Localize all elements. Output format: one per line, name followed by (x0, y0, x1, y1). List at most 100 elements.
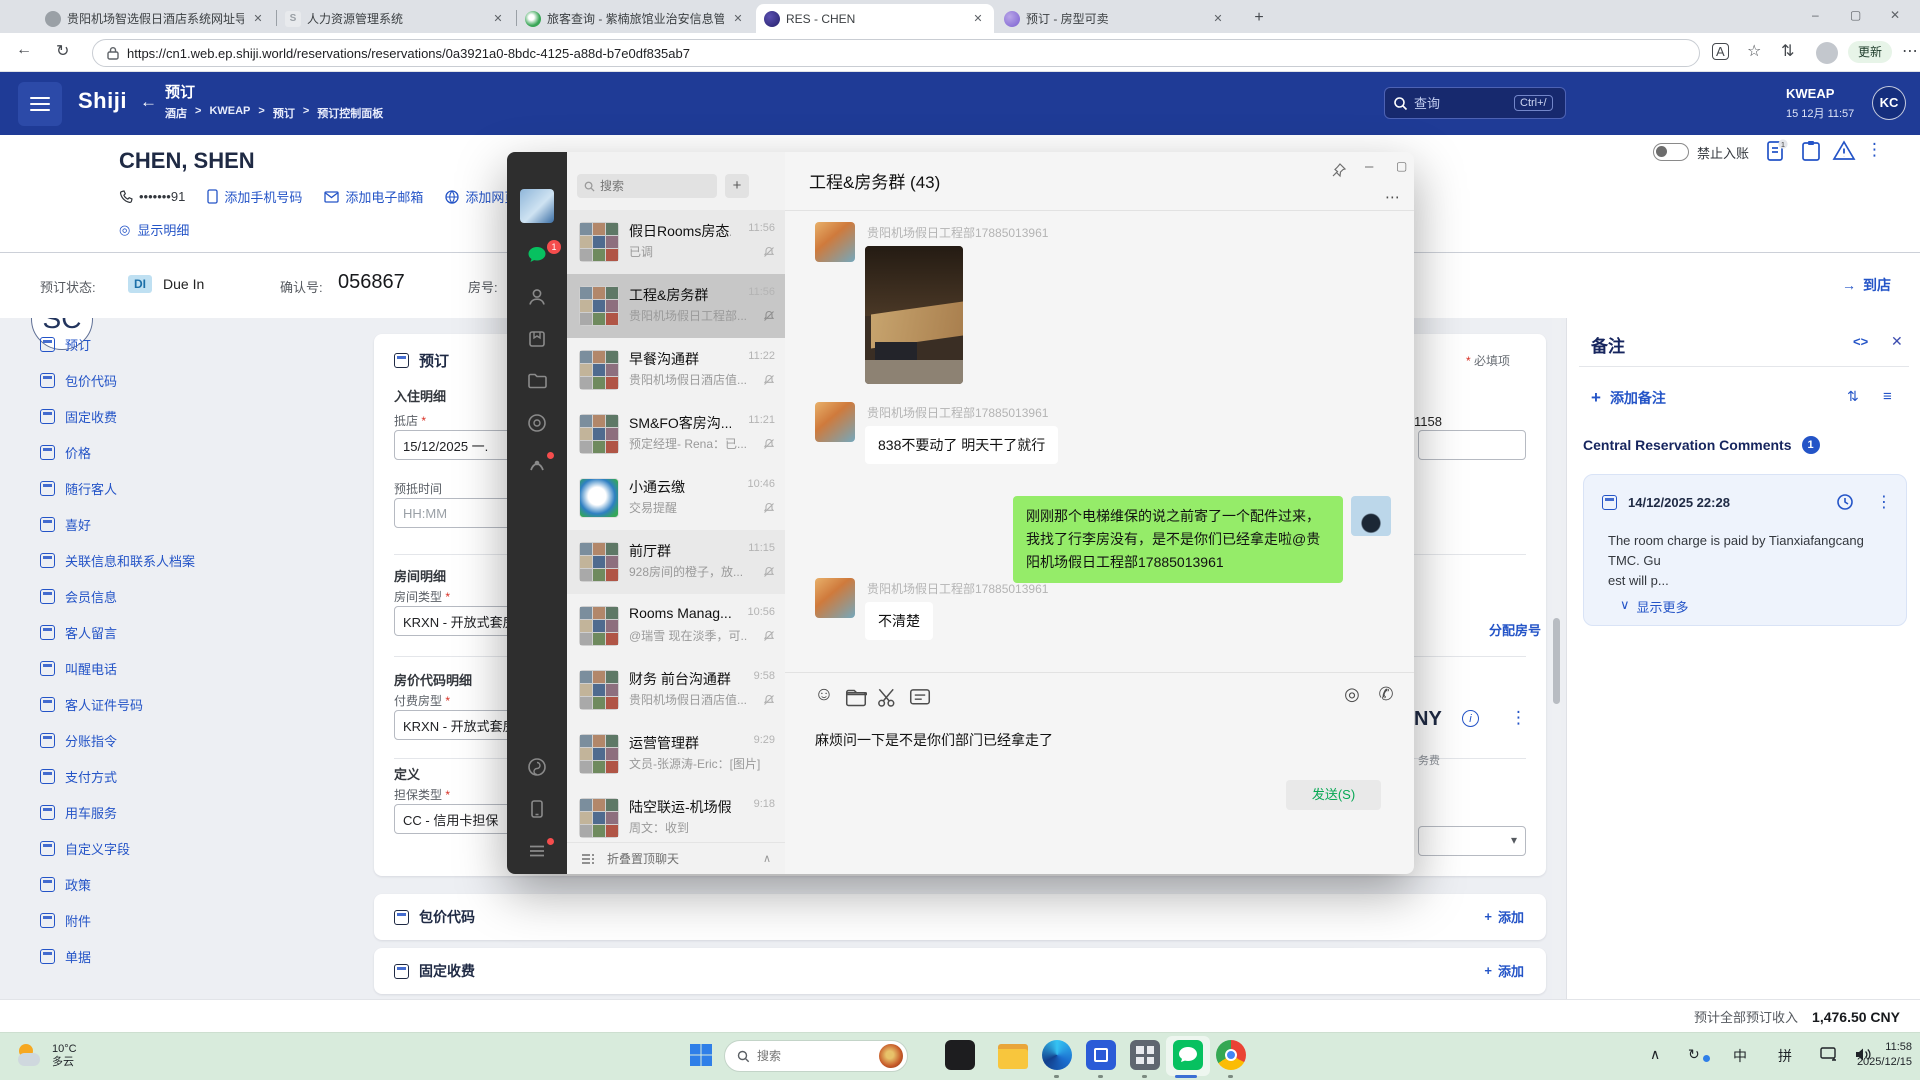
breadcrumb-property[interactable]: KWEAP (209, 105, 250, 121)
taskbar-file-explorer[interactable] (998, 1040, 1028, 1070)
add-fixed-charge-button[interactable]: + 添加 (1484, 961, 1524, 980)
taskbar-search-input[interactable] (757, 1049, 867, 1063)
profile-avatar[interactable] (1816, 42, 1838, 64)
start-button[interactable] (688, 1042, 714, 1068)
message-input-text[interactable]: 麻烦问一下是不是你们部门已经拿走了 (815, 730, 1053, 750)
note-history-clock-icon[interactable] (1836, 493, 1854, 511)
notes-filter-icon[interactable]: ≡ (1883, 388, 1892, 405)
note-more-menu-icon[interactable]: ⋮ (1876, 492, 1892, 512)
breadcrumb-hotel[interactable]: 酒店 (165, 105, 187, 121)
sidebar-item-package-codes[interactable]: 包价代码 (40, 368, 117, 392)
header-back-icon[interactable]: ← (140, 92, 157, 112)
sidebar-item-membership[interactable]: 会员信息 (40, 584, 117, 608)
sender-avatar[interactable] (815, 222, 855, 262)
notes-sort-icon[interactable]: ⇅ (1847, 388, 1859, 405)
main-scrollbar-thumb[interactable] (1553, 618, 1560, 704)
user-avatar[interactable]: KC (1872, 86, 1906, 120)
alerts-warning-icon[interactable] (1832, 139, 1856, 163)
send-button[interactable]: 发送(S) (1286, 780, 1381, 810)
add-email-link[interactable]: 添加电子邮箱 (324, 187, 423, 206)
ime-mode-icon[interactable]: 拼 (1778, 1046, 1792, 1066)
sidebar-item-preferences[interactable]: 喜好 (40, 512, 91, 536)
right-column-dropdown[interactable]: ▾ (1418, 826, 1526, 856)
chat-history-icon[interactable] (909, 687, 931, 709)
wechat-moments-icon[interactable] (526, 412, 548, 434)
assign-room-link[interactable]: 分配房号 (1489, 620, 1541, 639)
taskbar-app-grid[interactable] (1130, 1040, 1160, 1070)
notes-close-icon[interactable]: ✕ (1891, 333, 1903, 350)
chat-list-item[interactable]: 运营管理群 9:29 文员-张源涛-Eric：[图片] (567, 722, 785, 786)
wechat-maximize-icon[interactable]: ▢ (1396, 159, 1407, 173)
sidebar-item-wake-up-calls[interactable]: 叫醒电话 (40, 656, 117, 680)
sender-avatar[interactable] (815, 578, 855, 618)
sidebar-item-custom-fields[interactable]: 自定义字段 (40, 836, 130, 860)
wechat-favorites-icon[interactable] (526, 328, 548, 350)
read-aloud-icon[interactable]: A (1712, 43, 1729, 60)
back-icon[interactable]: ← (16, 41, 32, 59)
own-avatar[interactable] (1351, 496, 1391, 536)
conversation-more-icon[interactable]: ⋯ (1385, 188, 1402, 206)
tab-close-icon[interactable]: ✕ (250, 11, 266, 27)
new-tab-button[interactable]: + (1248, 7, 1270, 29)
chat-list-item[interactable]: 小通云缴 10:46 交易提醒 (567, 466, 785, 530)
ime-language-icon[interactable]: 中 (1733, 1046, 1747, 1066)
wechat-new-chat-button[interactable]: + (725, 174, 749, 198)
tab-close-icon[interactable]: ✕ (490, 11, 506, 27)
browser-tab-2[interactable]: S 人力资源管理系统 ✕ (277, 4, 514, 33)
add-mobile-link[interactable]: 添加手机号码 (207, 187, 302, 206)
tab-close-icon[interactable]: ✕ (1210, 11, 1226, 27)
send-file-folder-icon[interactable] (845, 687, 867, 709)
video-call-icon[interactable]: ◎ (1341, 684, 1363, 706)
collections-icon[interactable]: ⇅ (1781, 41, 1794, 61)
chat-list-item[interactable]: 前厅群 11:15 928房间的橙子，放... (567, 530, 785, 594)
sidebar-item-routing[interactable]: 分账指令 (40, 728, 117, 752)
pin-window-icon[interactable] (1331, 162, 1347, 178)
chat-list-item[interactable]: 早餐沟通群 11:22 贵阳机场假日酒店值... (567, 338, 785, 402)
sidebar-item-reservation[interactable]: 预订 (40, 332, 91, 356)
window-close-button[interactable]: ✕ (1890, 8, 1900, 22)
refresh-icon[interactable]: ↻ (56, 41, 69, 61)
favorites-star-icon[interactable]: ☆ (1747, 41, 1761, 61)
sidebar-item-linked-profiles[interactable]: 关联信息和联系人档案 (40, 548, 195, 572)
chat-list-item[interactable]: 陆空联运-机场假... 9:18 周文：收到 (567, 786, 785, 850)
window-maximize-button[interactable]: ▢ (1850, 8, 1861, 22)
breadcrumb-reservation[interactable]: 预订 (273, 105, 295, 121)
wechat-miniprogram-icon[interactable] (526, 756, 548, 778)
right-column-input[interactable] (1418, 430, 1526, 460)
chat-list-item[interactable]: 财务 前台沟通群 9:58 贵阳机场假日酒店值... (567, 658, 785, 722)
edge-update-button[interactable]: 更新 (1848, 41, 1892, 63)
wechat-chats-icon[interactable] (526, 244, 548, 266)
guest-more-menu-icon[interactable]: ⋮ (1866, 140, 1883, 160)
voice-call-icon[interactable]: ✆ (1375, 684, 1397, 706)
clipboard-icon[interactable] (1800, 139, 1822, 163)
taskbar-chrome[interactable] (1216, 1040, 1246, 1070)
taskbar-search-box[interactable] (724, 1040, 908, 1072)
sidebar-item-guest-id[interactable]: 客人证件号码 (40, 692, 143, 716)
sidebar-item-attachments[interactable]: 附件 (40, 908, 91, 932)
wechat-phone-icon[interactable] (526, 798, 548, 820)
sidebar-item-folios[interactable]: 单据 (40, 944, 91, 968)
note-show-more-link[interactable]: ∨ 显示更多 (1620, 597, 1689, 616)
tray-clock[interactable]: 11:58 2025/12/15 (1857, 1040, 1912, 1070)
browser-menu-icon[interactable]: ⋯ (1902, 41, 1918, 61)
main-scrollbar-track[interactable] (1552, 318, 1561, 999)
address-bar[interactable]: https://cn1.web.ep.shiji.world/reservati… (92, 39, 1700, 67)
notes-group-header[interactable]: Central Reservation Comments 1 (1583, 436, 1820, 454)
chat-list-item[interactable]: 假日Rooms房态... 11:56 已调 (567, 210, 785, 274)
wechat-channels-icon[interactable] (526, 454, 548, 476)
wechat-search-box[interactable] (577, 174, 717, 198)
browser-tab-3[interactable]: 旅客查询 - 紫楠旅馆业治安信息管 ✕ (517, 4, 754, 33)
no-post-toggle[interactable] (1653, 143, 1689, 161)
wechat-user-avatar[interactable] (520, 189, 554, 223)
show-details-link[interactable]: ◎ 显示明细 (119, 220, 189, 239)
chat-list-item[interactable]: Rooms Manag... 10:56 @瑞雪 现在淡季，可... (567, 594, 785, 658)
browser-tab-active[interactable]: RES - CHEN ✕ (756, 4, 994, 33)
tray-sync-icon[interactable]: ↻ (1688, 1046, 1700, 1063)
browser-tab-5[interactable]: 预订 - 房型可卖 ✕ (996, 4, 1234, 33)
sidebar-item-policies[interactable]: 政策 (40, 872, 91, 896)
notes-code-view-icon[interactable]: <> (1853, 334, 1868, 349)
wechat-files-icon[interactable] (526, 370, 548, 392)
property-code[interactable]: KWEAP (1786, 86, 1834, 101)
tray-show-hidden-icon[interactable]: ∧ (1650, 1046, 1660, 1063)
wechat-search-input[interactable] (600, 179, 700, 193)
